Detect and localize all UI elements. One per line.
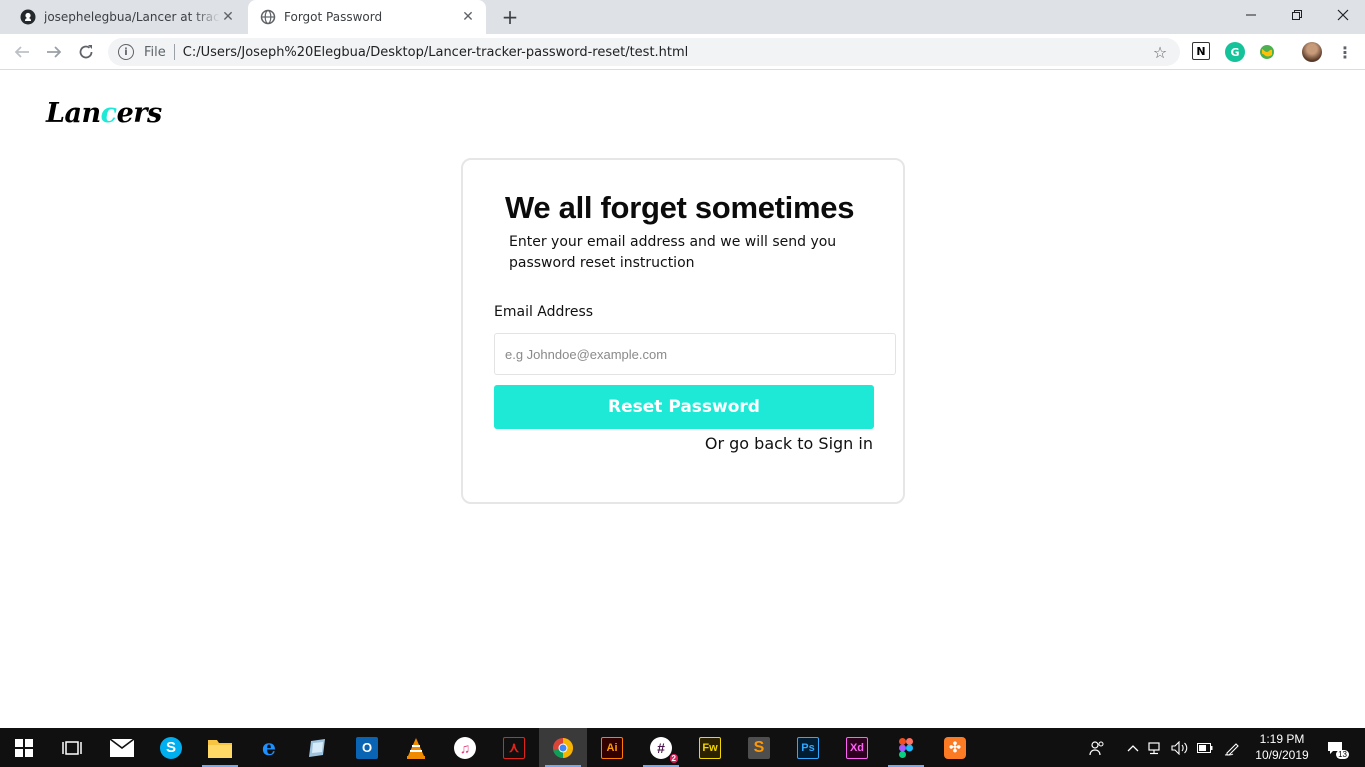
info-icon[interactable]: i [118,44,134,60]
tab-strip: josephelegbua/Lancer at tracker- ✕ Forgo… [0,0,1365,34]
logo-text: Lan [46,98,101,129]
menu-dots-icon[interactable]: ⋮ [1335,42,1355,62]
minimize-button[interactable] [1228,0,1274,30]
forward-arrow-icon[interactable] [42,40,66,64]
tab-forgot-password[interactable]: Forgot Password ✕ [248,0,486,34]
notion-icon[interactable]: N [1192,42,1210,60]
chrome-icon[interactable] [539,728,587,767]
tab-title: Forgot Password [284,10,383,24]
lancers-logo[interactable]: Lancers [46,98,162,129]
file-explorer-icon[interactable] [196,728,244,767]
xampp-icon[interactable]: ✣ [931,728,979,767]
acrobat-icon[interactable]: ⋏ [490,728,538,767]
chevron-up-icon[interactable] [1124,728,1142,767]
url-text[interactable]: C:/Users/Joseph%20Elegbua/Desktop/Lancer… [183,45,1150,60]
notifications-icon[interactable]: 13 [1322,728,1349,767]
notification-count: 13 [1336,749,1349,759]
windows-taskbar: S e O ♫ ⋏ Ai #2 Fw S Ps Xd ✣ 1:19 PM 10/… [0,728,1365,767]
email-label: Email Address [494,304,594,320]
sign-in-link[interactable]: Or go back to Sign in [705,434,873,453]
pen-icon[interactable] [1222,728,1242,767]
logo-text: ers [116,98,163,129]
email-field[interactable] [494,333,896,375]
back-arrow-icon[interactable] [10,40,34,64]
mail-icon[interactable] [98,728,146,767]
notepad-icon[interactable] [294,728,342,767]
illustrator-icon[interactable]: Ai [588,728,636,767]
browser-toolbar: i File C:/Users/Joseph%20Elegbua/Desktop… [0,34,1365,70]
globe-extension-icon[interactable] [1257,42,1277,62]
task-view-icon[interactable] [48,728,96,767]
reload-icon[interactable] [74,40,98,64]
restore-button[interactable] [1274,0,1320,30]
page-title: We all forget sometimes [505,190,855,225]
network-icon[interactable] [1146,728,1166,767]
github-icon [20,9,36,25]
people-icon[interactable] [1086,728,1108,767]
system-clock[interactable]: 1:19 PM 10/9/2019 [1248,731,1316,763]
address-bar[interactable]: i File C:/Users/Joseph%20Elegbua/Desktop… [108,38,1180,66]
bookmark-star-icon[interactable]: ☆ [1150,43,1170,62]
photoshop-icon[interactable]: Ps [784,728,832,767]
reset-password-button[interactable]: Reset Password [494,385,874,429]
globe-icon [260,9,276,25]
close-window-button[interactable] [1320,0,1365,30]
new-tab-button[interactable]: + [498,5,522,29]
reset-password-card: We all forget sometimes Enter your email… [461,158,905,504]
outlook-icon[interactable]: O [343,728,391,767]
clock-time: 1:19 PM [1259,732,1305,746]
tab-github[interactable]: josephelegbua/Lancer at tracker- ✕ [8,0,246,34]
volume-icon[interactable] [1170,728,1190,767]
slack-icon[interactable]: #2 [637,728,685,767]
itunes-icon[interactable]: ♫ [441,728,489,767]
fireworks-icon[interactable]: Fw [686,728,734,767]
skype-icon[interactable]: S [147,728,195,767]
close-tab-icon[interactable]: ✕ [460,9,476,25]
instruction-text: Enter your email address and we will sen… [509,234,837,271]
vlc-icon[interactable] [392,728,440,767]
tab-title: josephelegbua/Lancer at tracker- [44,10,220,24]
start-icon[interactable] [0,728,48,767]
clock-date: 10/9/2019 [1255,748,1309,762]
sublime-icon[interactable]: S [735,728,783,767]
logo-accent-letter: c [100,98,117,129]
figma-icon[interactable] [882,728,930,767]
edge-icon[interactable]: e [245,728,293,767]
grammarly-icon[interactable]: G [1225,42,1245,62]
xd-icon[interactable]: Xd [833,728,881,767]
url-scheme: File [144,44,166,60]
battery-icon[interactable] [1196,728,1214,767]
profile-avatar[interactable] [1302,42,1322,62]
close-tab-icon[interactable]: ✕ [220,9,236,25]
slack-badge: 2 [669,753,678,763]
divider [173,44,175,60]
